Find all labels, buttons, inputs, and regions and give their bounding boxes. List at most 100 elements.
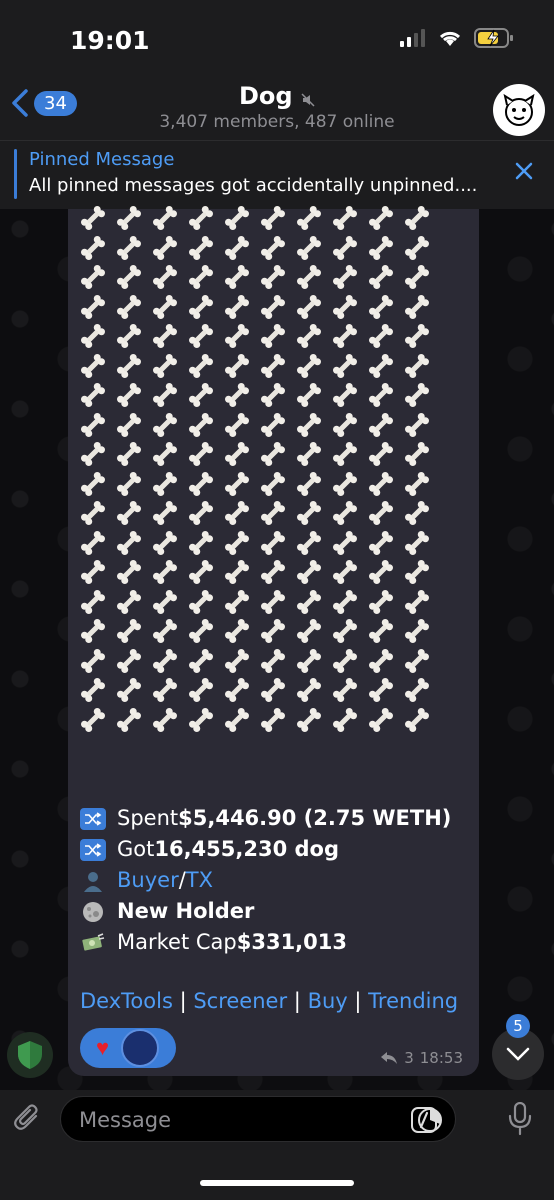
bone-emoji [366,321,396,351]
bone-emoji [402,233,432,263]
screener-link[interactable]: Screener [193,989,287,1013]
bone-emoji [330,498,360,528]
dextools-link[interactable]: DexTools [80,989,173,1013]
bone-emoji [330,262,360,292]
bone-emoji [258,616,288,646]
pinned-title: Pinned Message [29,149,175,170]
reaction-chip[interactable]: ♥ [80,1028,176,1068]
status-bar: 19:01 [0,0,554,80]
bone-emoji [294,705,324,735]
bone-emoji [366,203,396,233]
bone-emoji [114,705,144,735]
trending-link[interactable]: Trending [368,989,458,1013]
group-avatar[interactable] [493,84,545,136]
bone-emoji [330,410,360,440]
unread-badge: 5 [506,1014,530,1038]
bone-emoji [150,233,180,263]
bone-emoji [150,203,180,233]
bone-emoji [366,233,396,263]
bone-emoji [222,380,252,410]
bone-emoji [78,675,108,705]
heart-icon: ♥ [96,1035,110,1060]
bone-emoji [366,616,396,646]
bone-emoji [150,557,180,587]
bone-emoji [402,705,432,735]
bone-emoji [222,528,252,558]
bone-emoji [222,233,252,263]
money-icon [80,932,106,954]
bone-emoji [258,292,288,322]
bone-emoji [78,705,108,735]
bone-emoji [366,675,396,705]
bone-emoji [294,203,324,233]
close-icon[interactable] [514,161,534,181]
bone-emoji [330,646,360,676]
bone-emoji [78,616,108,646]
bone-emoji [186,439,216,469]
mute-icon [301,93,315,107]
paperclip-icon[interactable] [14,1102,42,1134]
bone-emoji [186,380,216,410]
status-icons [400,28,514,48]
bone-emoji [402,351,432,381]
bone-emoji [258,380,288,410]
bone-emoji [150,439,180,469]
bone-emoji [186,292,216,322]
bone-emoji [114,557,144,587]
bone-emoji [402,646,432,676]
bone-emoji [222,498,252,528]
timer-icon[interactable] [417,1107,443,1133]
bone-emoji [330,351,360,381]
bone-emoji [114,469,144,499]
buyer-link[interactable]: Buyer [117,865,179,896]
bone-emoji [258,587,288,617]
chat-title-block[interactable]: Dog 3,407 members, 487 online [0,82,554,132]
bone-emoji [330,557,360,587]
bone-emoji [294,587,324,617]
dog-logo-icon [503,93,535,126]
bone-emoji [186,705,216,735]
bone-emoji [330,439,360,469]
link-separator: | [293,989,308,1013]
bone-emoji [330,587,360,617]
bone-emoji [186,616,216,646]
bone-emoji [150,528,180,558]
microphone-icon[interactable] [508,1102,532,1136]
bone-emoji [294,262,324,292]
shield-button[interactable] [7,1032,53,1078]
bone-emoji [402,616,432,646]
bone-emoji [150,321,180,351]
bone-emoji [222,351,252,381]
bone-emoji [330,380,360,410]
bone-emoji [258,557,288,587]
message-lines: Spent $5,446.90 (2.75 WETH) Got 16,455,2… [80,803,470,958]
got-line: Got 16,455,230 dog [80,834,470,865]
bone-emoji [366,262,396,292]
bone-emoji [150,292,180,322]
bone-emoji [222,557,252,587]
bone-emoji [294,233,324,263]
market-cap-line: Market Cap $331,013 [80,927,470,958]
reactor-avatar [121,1029,160,1067]
bone-emoji [330,203,360,233]
bone-emoji [294,321,324,351]
message-bubble[interactable]: Spent $5,446.90 (2.75 WETH) Got 16,455,2… [68,206,479,1076]
tx-link[interactable]: TX [186,865,213,896]
bone-emoji [150,498,180,528]
message-input[interactable]: Message [60,1096,456,1142]
holder-line: New Holder [80,896,470,927]
bone-emoji [114,439,144,469]
buy-link[interactable]: Buy [308,989,348,1013]
bone-emoji [330,292,360,322]
bone-emoji [150,705,180,735]
bone-emoji [78,292,108,322]
bone-emoji [294,498,324,528]
bone-emoji [78,439,108,469]
shield-icon [18,1041,42,1069]
bone-emoji [330,469,360,499]
message-meta: 3 18:53 [380,1049,463,1067]
pinned-message-bar[interactable]: Pinned Message All pinned messages got a… [0,140,554,209]
bone-emoji [114,646,144,676]
bone-emoji [186,262,216,292]
bone-emoji [402,292,432,322]
